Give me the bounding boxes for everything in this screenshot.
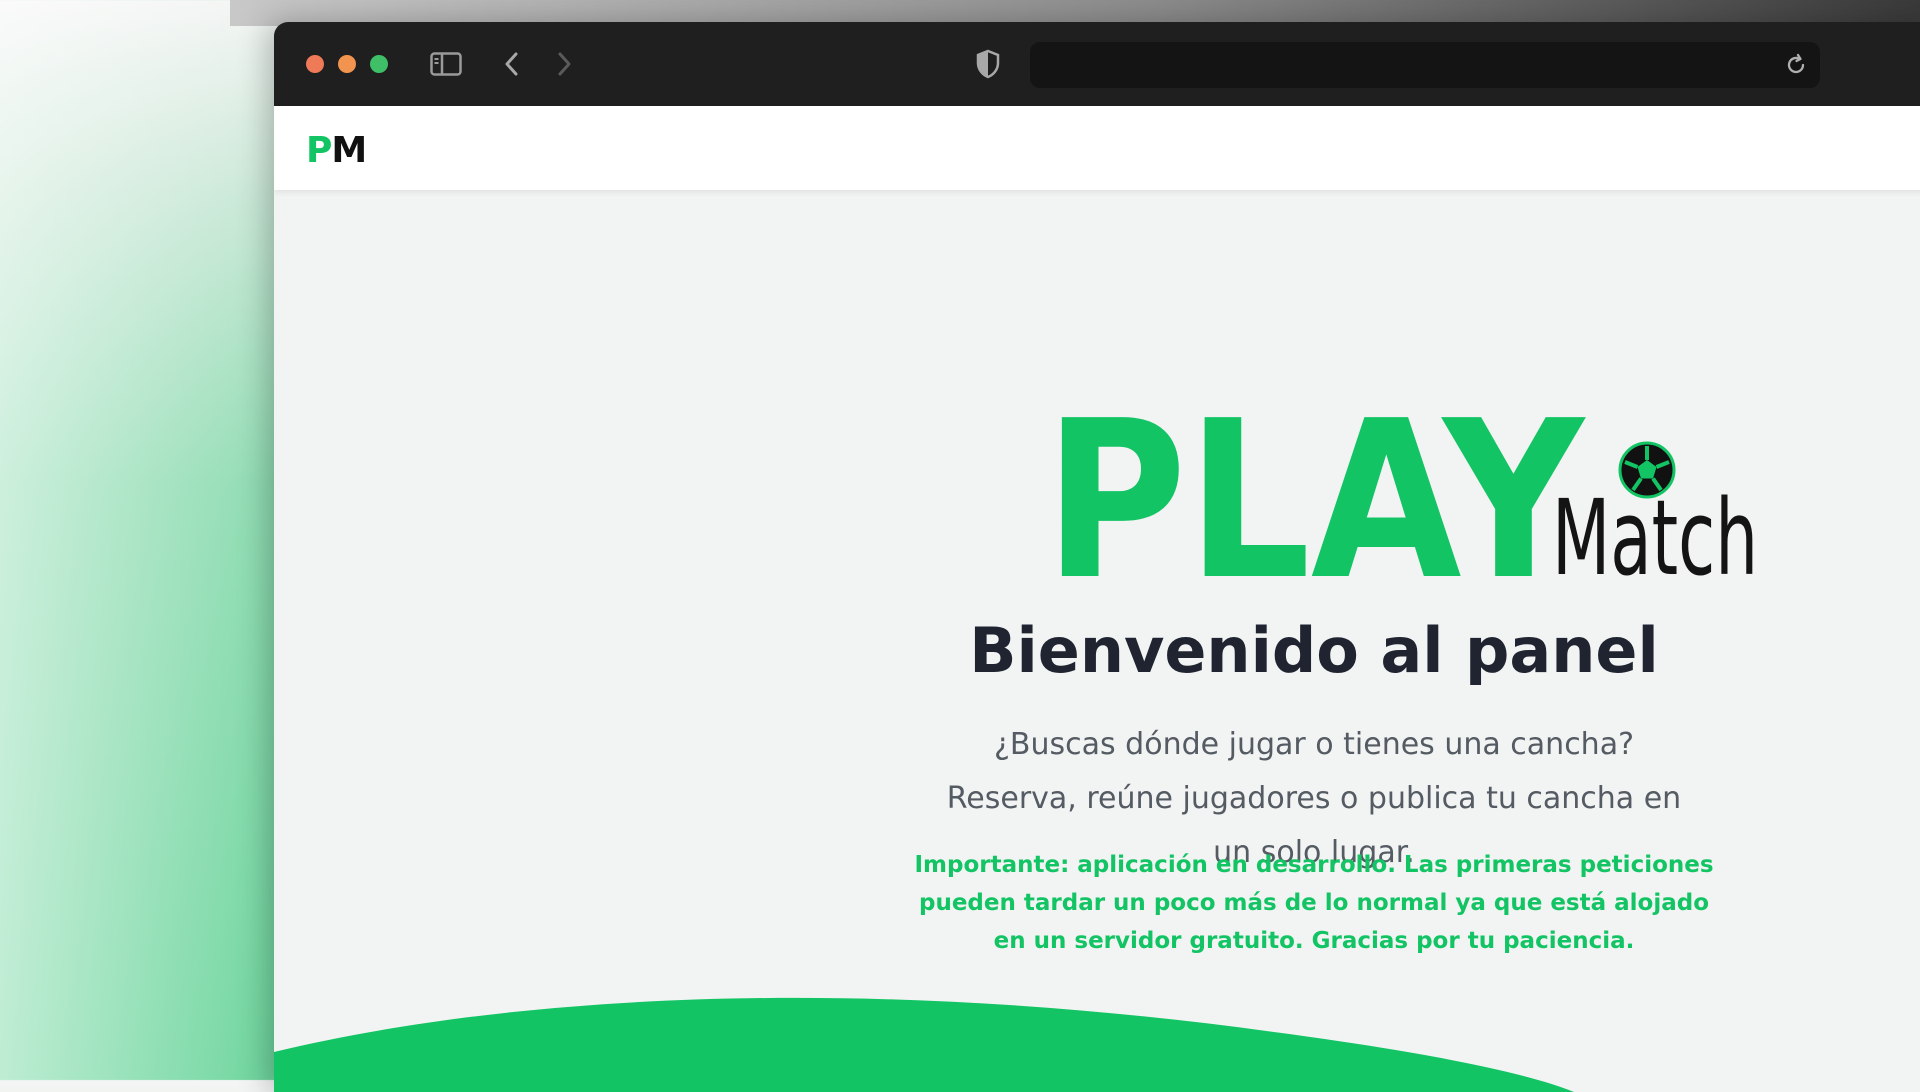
app-navbar: PM [274,106,1920,190]
browser-toolbar [274,22,1920,106]
soccer-ball-icon [1618,441,1676,499]
chevron-left-icon[interactable] [494,46,530,82]
brand-letter-m: M [331,130,367,171]
zoom-window-button[interactable] [370,55,388,73]
logo-play-text: PLAY [1044,398,1586,598]
chevron-right-icon[interactable] [546,46,582,82]
sidebar-icon[interactable] [428,46,464,82]
development-notice: Importante: aplicación en desarrollo. La… [914,852,1714,954]
shield-icon[interactable] [970,46,1006,82]
main-content: PLAY Match Bienvenido al panel ¿Buscas d… [274,190,1920,1092]
minimize-window-button[interactable] [338,55,356,73]
page-title: Bienvenido al panel [969,614,1659,687]
brand-letter-p: P [306,130,332,171]
playmatch-logo: PLAY Match [1044,398,1758,598]
address-bar[interactable] [1030,42,1820,88]
brand-logo[interactable]: PM [306,130,367,171]
reload-icon[interactable] [1778,47,1814,83]
browser-window: PM PLAY Match Bienvenido al panel ¿Busca… [274,22,1920,1092]
green-wave-decoration [274,997,1574,1092]
close-window-button[interactable] [306,55,324,73]
